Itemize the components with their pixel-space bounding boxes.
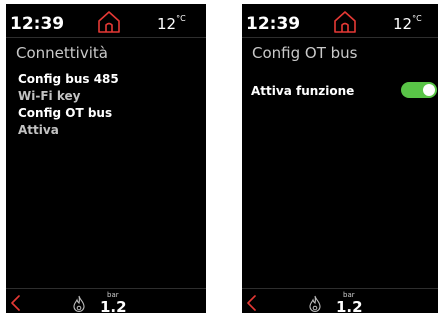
page-title: Connettività	[16, 44, 108, 62]
outdoor-temperature: 12°C	[393, 14, 422, 33]
top-divider	[6, 37, 206, 38]
config-ot-bus-screen: 12:39 12°C Config OT bus Attiva funzione…	[242, 4, 438, 313]
toggle-knob	[423, 84, 435, 96]
status-bar: 12:39 12°C	[242, 4, 438, 37]
menu-item-config-bus-485[interactable]: Config bus 485	[18, 71, 119, 88]
pressure-readout: bar 1.2	[97, 288, 133, 313]
status-bar: 12:39 12°C	[6, 4, 206, 37]
clock-time: 12:39	[246, 14, 301, 34]
pressure-readout: bar 1.2	[333, 288, 369, 313]
attiva-funzione-toggle[interactable]	[401, 82, 437, 98]
chevron-left-icon[interactable]	[9, 295, 21, 311]
chevron-left-icon[interactable]	[245, 295, 257, 311]
connectivity-screen: 12:39 12°C Connettività Config bus 485 W…	[6, 4, 206, 313]
temperature-value: 12	[393, 15, 413, 33]
menu-item-ot-status: Attiva	[18, 123, 59, 137]
menu-item-config-ot-bus[interactable]: Config OT bus	[18, 105, 119, 122]
home-icon[interactable]	[331, 9, 359, 35]
clock-time: 12:39	[10, 14, 65, 34]
flame-icon	[73, 295, 85, 312]
pressure-value: 1.2	[336, 298, 363, 313]
setting-label: Attiva funzione	[251, 84, 355, 98]
setting-row-attiva-funzione: Attiva funzione	[251, 82, 437, 102]
temperature-unit: °C	[412, 14, 422, 23]
home-icon[interactable]	[95, 9, 123, 35]
connectivity-menu: Config bus 485 Wi-Fi key Config OT bus A…	[18, 71, 119, 139]
menu-item-wifi-key[interactable]: Wi-Fi key	[18, 88, 119, 105]
page-title: Config OT bus	[252, 44, 358, 62]
top-divider	[242, 37, 438, 38]
temperature-value: 12	[157, 15, 177, 33]
outdoor-temperature: 12°C	[157, 14, 186, 33]
pressure-value: 1.2	[100, 298, 127, 313]
temperature-unit: °C	[176, 14, 186, 23]
flame-icon	[309, 295, 321, 312]
